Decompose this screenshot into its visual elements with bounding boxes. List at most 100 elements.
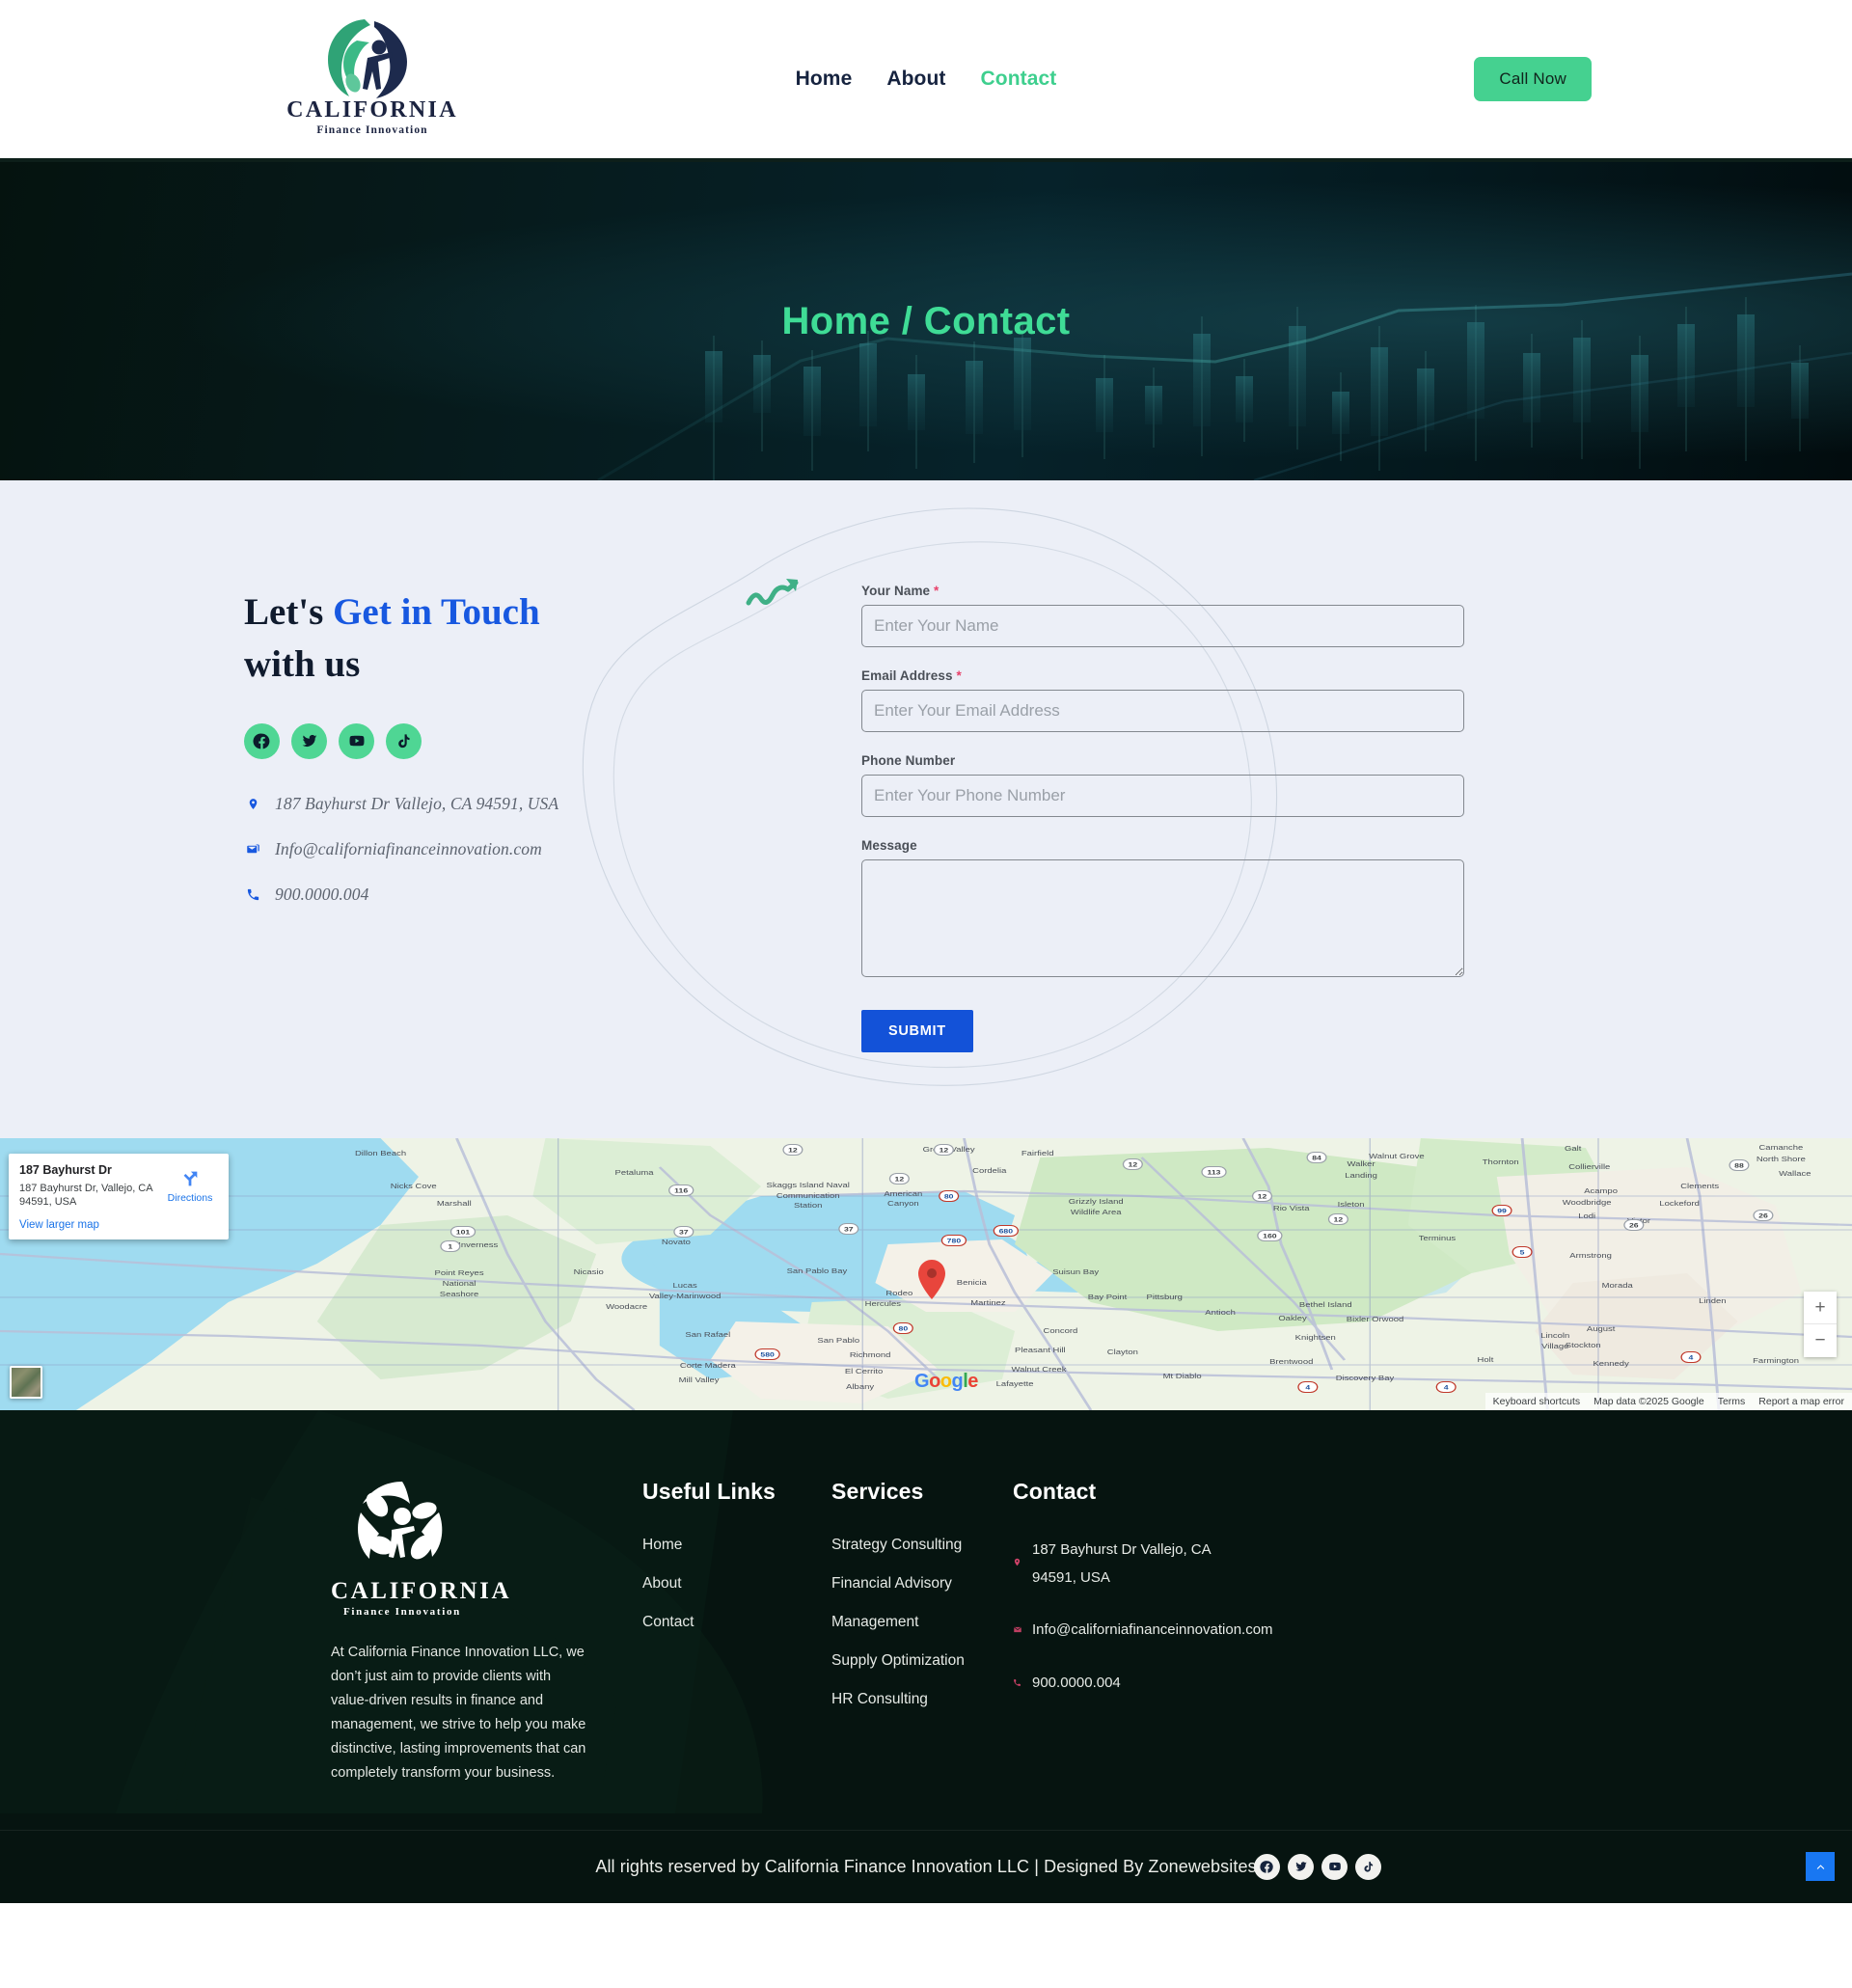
logo-mark-icon (328, 19, 407, 98)
youtube-icon (348, 735, 365, 747)
keyboard-shortcuts-link[interactable]: Keyboard shortcuts (1493, 1396, 1580, 1407)
footer-email-text[interactable]: Info@californiafinanceinnovation.com (1032, 1617, 1273, 1645)
contact-email-row: Info@californiafinanceinnovation.com (244, 839, 861, 859)
map-data-credit: Map data ©2025 Google (1593, 1396, 1704, 1407)
map-satellite-thumbnail[interactable] (10, 1366, 42, 1399)
contact-email-text: Info@californiafinanceinnovation.com (275, 838, 542, 858)
location-pin-icon (1013, 1550, 1023, 1578)
footer-email-row: Info@californiafinanceinnovation.com (1013, 1617, 1331, 1645)
get-in-touch-heading: Let's Get in Touch with us (244, 586, 577, 691)
nav-item-about[interactable]: About (886, 68, 945, 91)
contact-address-text: 187 Bayhurst Dr Vallejo, CA 94591, USA (275, 793, 559, 813)
social-youtube-link[interactable] (339, 722, 374, 759)
footer-social-youtube-link[interactable] (1321, 1853, 1348, 1880)
page-breadcrumb-title: Home / Contact (781, 299, 1071, 342)
site-header: CALIFORNIA Finance Innovation Home About… (0, 0, 1852, 162)
logo-tagline: Finance Innovation (316, 124, 428, 136)
growth-arrow-icon (746, 579, 799, 606)
phone-number-input[interactable] (861, 775, 1464, 817)
footer-useful-links-column: Useful Links Home About Contact (642, 1474, 831, 1785)
nav-item-contact[interactable]: Contact (981, 68, 1057, 91)
social-links (244, 722, 861, 759)
footer-social-links (1254, 1853, 1381, 1880)
footer-phone-text[interactable]: 900.0000.004 (1032, 1670, 1121, 1698)
message-textarea[interactable] (861, 859, 1464, 977)
map-attribution-bar: Keyboard shortcuts Map data ©2025 Google… (1484, 1393, 1852, 1410)
social-tiktok-link[interactable] (386, 722, 422, 759)
footer-brand-column: CALIFORNIA Finance Innovation At Califor… (244, 1474, 622, 1785)
contact-info-panel: Let's Get in Touch with us 187 Bayhurst … (244, 538, 861, 1052)
footer-social-tiktok-link[interactable] (1355, 1853, 1381, 1880)
footer-address-row: 187 Bayhurst Dr Vallejo, CA 94591, USA (1013, 1537, 1331, 1592)
contact-details-list: 187 Bayhurst Dr Vallejo, CA 94591, USA I… (244, 794, 861, 905)
site-footer: CALIFORNIA Finance Innovation At Califor… (0, 1410, 1852, 1903)
field-phone-number: Phone Number (861, 753, 1464, 817)
location-pin-icon (244, 796, 261, 812)
contact-address-row: 187 Bayhurst Dr Vallejo, CA 94591, USA (244, 794, 861, 814)
map-zoom-controls[interactable]: + − (1804, 1292, 1837, 1357)
report-map-error-link[interactable]: Report a map error (1758, 1396, 1844, 1407)
main-navigation: Home About Contact (796, 68, 1057, 91)
footer-link-contact[interactable]: Contact (642, 1614, 831, 1631)
copyright-text: All rights reserved by California Financ… (595, 1856, 1257, 1876)
hero-banner: Home / Contact (0, 162, 1852, 480)
footer-contact-column: Contact 187 Bayhurst Dr Vallejo, CA 94591… (1013, 1474, 1331, 1785)
footer-service-financial-advisory[interactable]: Financial Advisory (831, 1575, 1013, 1593)
label-email-address: Email Address * (861, 668, 962, 683)
contact-phone-row: 900.0000.004 (244, 885, 861, 905)
field-email-address: Email Address * (861, 668, 1464, 732)
map-directions-label: Directions (167, 1192, 213, 1204)
terms-link[interactable]: Terms (1718, 1396, 1746, 1407)
twitter-icon (1294, 1862, 1307, 1871)
heading-accent: Get in Touch (333, 591, 540, 633)
scroll-to-top-button[interactable] (1806, 1852, 1835, 1882)
footer-address-text: 187 Bayhurst Dr Vallejo, CA 94591, USA (1032, 1541, 1212, 1586)
nav-item-home[interactable]: Home (796, 68, 853, 91)
required-marker: * (934, 584, 940, 598)
required-marker: * (956, 668, 962, 683)
label-phone-number: Phone Number (861, 753, 956, 768)
phone-icon (244, 887, 261, 902)
footer-service-supply-optimization[interactable]: Supply Optimization (831, 1652, 1013, 1670)
facebook-icon (253, 733, 270, 749)
submit-button[interactable]: SUBMIT (861, 1010, 973, 1052)
mail-icon (244, 842, 261, 857)
map-place-address: 187 Bayhurst Dr, Vallejo, CA 94591, USA (19, 1182, 152, 1209)
map-directions-button[interactable]: Directions (162, 1163, 218, 1231)
call-now-button[interactable]: Call Now (1474, 57, 1592, 101)
tiktok-icon (1364, 1861, 1374, 1872)
footer-services-column: Services Strategy Consulting Financial A… (831, 1474, 1013, 1785)
chevron-up-icon (1816, 1864, 1824, 1869)
footer-logo[interactable]: CALIFORNIA Finance Innovation (331, 1474, 509, 1618)
footer-social-twitter-link[interactable] (1288, 1853, 1314, 1880)
footer-service-hr-consulting[interactable]: HR Consulting (831, 1691, 1013, 1708)
map-place-card[interactable]: 187 Bayhurst Dr 187 Bayhurst Dr, Vallejo… (9, 1154, 229, 1240)
footer-contact-title: Contact (1013, 1479, 1097, 1504)
map-zoom-in-button[interactable]: + (1804, 1292, 1837, 1324)
footer-service-management[interactable]: Management (831, 1614, 1013, 1631)
field-message: Message (861, 838, 1464, 977)
your-name-input[interactable] (861, 605, 1464, 647)
site-logo[interactable]: CALIFORNIA Finance Innovation (286, 14, 456, 141)
phone-icon (1013, 1670, 1023, 1698)
map-zoom-out-button[interactable]: − (1804, 1324, 1837, 1357)
social-facebook-link[interactable] (244, 722, 280, 759)
footer-social-facebook-link[interactable] (1254, 1853, 1280, 1880)
map-marker-icon[interactable] (916, 1259, 947, 1301)
social-twitter-link[interactable] (291, 722, 327, 759)
map-section[interactable]: Dillon Beach Green Valley Fairfield Walnut … (0, 1138, 1852, 1410)
google-watermark: Google (914, 1371, 978, 1392)
footer-service-strategy-consulting[interactable]: Strategy Consulting (831, 1537, 1013, 1554)
email-address-input[interactable] (861, 690, 1464, 732)
footer-link-about[interactable]: About (642, 1575, 831, 1593)
tiktok-icon (398, 734, 410, 748)
contact-phone-text: 900.0000.004 (275, 884, 369, 904)
footer-phone-row: 900.0000.004 (1013, 1670, 1331, 1698)
footer-link-home[interactable]: Home (642, 1537, 831, 1554)
facebook-icon (1260, 1860, 1273, 1873)
mail-icon (1013, 1617, 1023, 1645)
directions-arrow-icon (183, 1171, 198, 1186)
field-your-name: Your Name * (861, 584, 1464, 647)
twitter-icon (302, 735, 316, 748)
view-larger-map-link[interactable]: View larger map (19, 1219, 162, 1231)
